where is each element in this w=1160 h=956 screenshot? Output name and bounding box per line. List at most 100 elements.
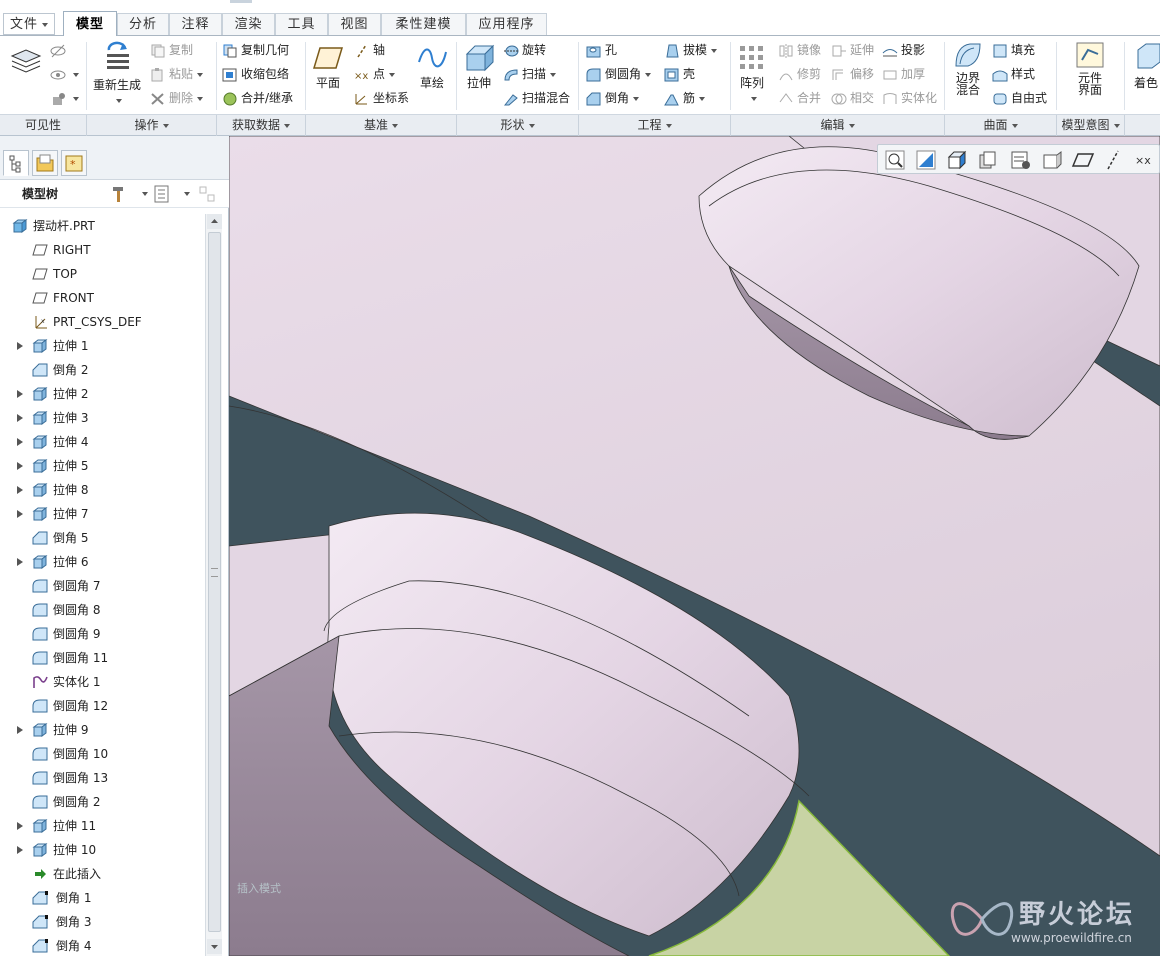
expand-arrow-icon[interactable] bbox=[17, 846, 23, 854]
tree-item-extrude[interactable]: 拉伸 6 bbox=[0, 550, 205, 574]
tree-settings-button[interactable] bbox=[152, 184, 192, 204]
revolve-button[interactable]: 旋转 bbox=[503, 39, 546, 61]
merge-inherit-button[interactable]: 合并/继承 bbox=[222, 87, 293, 109]
tree-item-extrude[interactable]: 拉伸 1 bbox=[0, 334, 205, 358]
tree-item-round[interactable]: 倒圆角 9 bbox=[0, 622, 205, 646]
tree-item-round[interactable]: 倒圆角 12 bbox=[0, 694, 205, 718]
trim-button[interactable]: 修剪 bbox=[778, 63, 821, 85]
csys-button[interactable]: 坐标系 bbox=[352, 87, 409, 109]
tab-view[interactable]: 视图 bbox=[328, 13, 381, 35]
tree-item-chamfer-suppressed[interactable]: 倒角 1 bbox=[0, 886, 205, 910]
tab-annotate[interactable]: 注释 bbox=[169, 13, 222, 35]
group-operations[interactable]: 操作 bbox=[87, 115, 217, 136]
tree-item-chamfer[interactable]: 倒角 2 bbox=[0, 358, 205, 382]
round-button[interactable]: 倒圆角 bbox=[586, 63, 652, 85]
tree-item-extrude[interactable]: 拉伸 7 bbox=[0, 502, 205, 526]
plane-button[interactable]: 平面 bbox=[310, 44, 346, 91]
swept-blend-button[interactable]: 扫描混合 bbox=[503, 87, 570, 109]
model-view[interactable] bbox=[229, 136, 1160, 956]
tab-favorites[interactable]: * bbox=[61, 150, 87, 176]
expand-arrow-icon[interactable] bbox=[17, 414, 23, 422]
tab-analysis[interactable]: 分析 bbox=[117, 13, 169, 35]
datum-point-display-button[interactable]: ×x bbox=[1133, 149, 1157, 171]
tree-item-extrude[interactable]: 拉伸 4 bbox=[0, 430, 205, 454]
group-editing[interactable]: 编辑 bbox=[731, 115, 945, 136]
shrinkwrap-button[interactable]: 收缩包络 bbox=[222, 63, 289, 85]
group-model-intent[interactable]: 模型意图 bbox=[1057, 115, 1125, 136]
project-button[interactable]: 投影 bbox=[882, 39, 925, 61]
model-tree-scrollbar[interactable] bbox=[205, 214, 222, 956]
tab-render[interactable]: 渲染 bbox=[222, 13, 275, 35]
draft-button[interactable]: 拔模 bbox=[664, 39, 718, 61]
tree-item-extrude[interactable]: 拉伸 3 bbox=[0, 406, 205, 430]
hide-button[interactable] bbox=[50, 39, 69, 61]
tree-item-insert-here[interactable]: 在此插入 bbox=[0, 862, 205, 886]
tab-model[interactable]: 模型 bbox=[63, 11, 117, 36]
tree-filter-button[interactable] bbox=[198, 184, 222, 204]
expand-arrow-icon[interactable] bbox=[17, 438, 23, 446]
scroll-down-button[interactable] bbox=[207, 939, 222, 954]
display-style-button[interactable] bbox=[976, 149, 1000, 171]
tree-item-chamfer-suppressed[interactable]: 倒角 3 bbox=[0, 910, 205, 934]
tab-model-tree[interactable] bbox=[3, 150, 29, 176]
component-interface-button[interactable]: 元件界面 bbox=[1064, 40, 1116, 97]
group-datum[interactable]: 基准 bbox=[306, 115, 457, 136]
zoom-in-button[interactable] bbox=[914, 149, 938, 171]
expand-arrow-icon[interactable] bbox=[17, 822, 23, 830]
solidify-button[interactable]: 实体化 bbox=[882, 87, 937, 109]
freestyle-button[interactable]: 自由式 bbox=[992, 87, 1047, 109]
tree-item-part[interactable]: 摆动杆.PRT bbox=[0, 214, 205, 238]
delete-button[interactable]: 删除 bbox=[150, 87, 204, 109]
expand-arrow-icon[interactable] bbox=[17, 462, 23, 470]
view-manager-button[interactable] bbox=[1009, 149, 1033, 171]
mirror-button[interactable]: 镜像 bbox=[778, 39, 821, 61]
scroll-thumb[interactable] bbox=[208, 232, 221, 932]
group-shapes[interactable]: 形状 bbox=[457, 115, 579, 136]
expand-arrow-icon[interactable] bbox=[17, 486, 23, 494]
sketch-button[interactable]: 草绘 bbox=[414, 44, 450, 91]
intersect-button[interactable]: 相交 bbox=[831, 87, 874, 109]
tree-item-datum-top[interactable]: TOP bbox=[0, 262, 205, 286]
boundary-blend-button[interactable]: 边界混合 bbox=[948, 40, 988, 97]
tab-applications[interactable]: 应用程序 bbox=[466, 13, 547, 35]
merge-button[interactable]: 合并 bbox=[778, 87, 821, 109]
sweep-button[interactable]: 扫描 bbox=[503, 63, 557, 85]
expand-arrow-icon[interactable] bbox=[17, 558, 23, 566]
tree-item-round[interactable]: 倒圆角 7 bbox=[0, 574, 205, 598]
tree-item-round[interactable]: 倒圆角 2 bbox=[0, 790, 205, 814]
graphics-window[interactable]: ×x 插入模式 野火论坛 www.proewildfire.cn bbox=[229, 136, 1160, 956]
tree-item-extrude[interactable]: 拉伸 2 bbox=[0, 382, 205, 406]
expand-arrow-icon[interactable] bbox=[17, 390, 23, 398]
layers-button[interactable] bbox=[6, 46, 46, 76]
tab-file[interactable]: 文件 bbox=[3, 13, 55, 35]
appearance-button[interactable]: 着色 bbox=[1128, 42, 1160, 91]
extend-button[interactable]: 延伸 bbox=[831, 39, 874, 61]
show-button[interactable] bbox=[50, 63, 79, 85]
tree-item-extrude[interactable]: 拉伸 10 bbox=[0, 838, 205, 862]
offset-button[interactable]: 偏移 bbox=[831, 63, 874, 85]
datum-axis-display-button[interactable] bbox=[1102, 149, 1126, 171]
tree-item-extrude[interactable]: 拉伸 5 bbox=[0, 454, 205, 478]
tree-item-solidify[interactable]: 实体化 1 bbox=[0, 670, 205, 694]
fill-button[interactable]: 填充 bbox=[992, 39, 1035, 61]
status-button[interactable] bbox=[50, 87, 79, 109]
tree-item-datum-right[interactable]: RIGHT bbox=[0, 238, 205, 262]
tree-item-extrude[interactable]: 拉伸 8 bbox=[0, 478, 205, 502]
perspective-button[interactable] bbox=[1040, 149, 1064, 171]
extrude-button[interactable]: 拉伸 bbox=[461, 42, 497, 91]
group-engineering[interactable]: 工程 bbox=[579, 115, 731, 136]
group-visibility[interactable]: 可见性 bbox=[0, 115, 87, 136]
regenerate-button[interactable]: 重新生成 bbox=[90, 40, 144, 107]
tree-item-round[interactable]: 倒圆角 11 bbox=[0, 646, 205, 670]
tree-item-datum-front[interactable]: FRONT bbox=[0, 286, 205, 310]
expand-arrow-icon[interactable] bbox=[17, 510, 23, 518]
hole-button[interactable]: 孔 bbox=[586, 39, 617, 61]
copy-geometry-button[interactable]: 复制几何 bbox=[222, 39, 289, 61]
tab-tools[interactable]: 工具 bbox=[275, 13, 328, 35]
tree-item-csys[interactable]: x PRT_CSYS_DEF bbox=[0, 310, 205, 334]
pattern-button[interactable]: 阵列 bbox=[734, 42, 770, 105]
tree-item-chamfer-suppressed[interactable]: 倒角 4 bbox=[0, 934, 205, 956]
tree-item-round[interactable]: 倒圆角 10 bbox=[0, 742, 205, 766]
chamfer-button[interactable]: 倒角 bbox=[586, 87, 640, 109]
tree-item-extrude[interactable]: 拉伸 9 bbox=[0, 718, 205, 742]
